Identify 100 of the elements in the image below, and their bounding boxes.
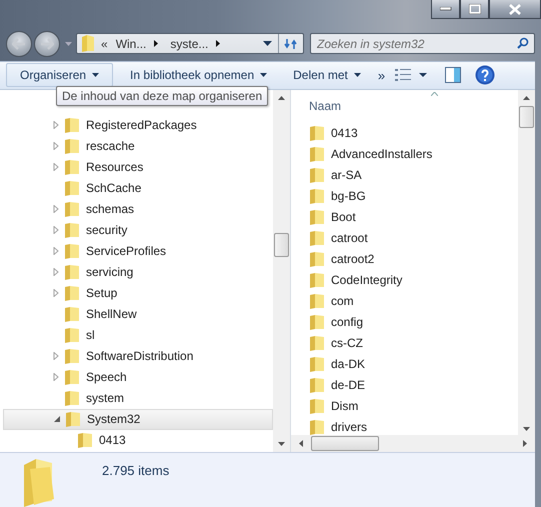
search-icon bbox=[517, 37, 529, 50]
folder-icon bbox=[65, 412, 81, 427]
scroll-left-arrow-icon[interactable] bbox=[299, 440, 303, 447]
item-count: 2.795 items bbox=[102, 462, 170, 478]
folder-icon bbox=[64, 138, 80, 154]
folder-icon bbox=[309, 398, 325, 414]
minimize-button[interactable] bbox=[431, 0, 460, 19]
folder-icon bbox=[309, 168, 325, 183]
folder-icon bbox=[309, 294, 325, 309]
tree-item[interactable]: System32 bbox=[3, 408, 273, 430]
scroll-right-arrow-icon[interactable] bbox=[523, 440, 527, 447]
folder-icon bbox=[309, 230, 325, 246]
tree-item[interactable]: RegisteredPackages bbox=[3, 114, 273, 136]
forward-arrow-icon bbox=[40, 38, 54, 50]
tree-item[interactable]: SoftwareDistribution bbox=[3, 346, 273, 367]
forward-button[interactable] bbox=[34, 30, 60, 57]
maximize-icon bbox=[468, 4, 480, 14]
dropdown-arrow-icon[interactable] bbox=[263, 41, 272, 46]
back-arrow-icon bbox=[12, 38, 26, 50]
folder-icon bbox=[309, 336, 325, 351]
tree-item[interactable]: 0413 bbox=[3, 430, 273, 451]
scrollbar[interactable] bbox=[518, 90, 535, 435]
folder-icon bbox=[309, 356, 325, 372]
folder-icon bbox=[64, 264, 80, 280]
toolbar-button[interactable]: Delen met bbox=[282, 63, 370, 88]
folder-icon bbox=[309, 378, 325, 393]
file-item[interactable]: drivers bbox=[309, 416, 518, 438]
tree-item[interactable]: ShellNew bbox=[3, 304, 273, 325]
file-item[interactable]: 0413 bbox=[309, 122, 518, 144]
breadcrumb-segment[interactable]: Win... bbox=[116, 36, 146, 51]
chevron-icon[interactable] bbox=[154, 40, 158, 48]
search-field[interactable]: Zoeken in system32 bbox=[310, 33, 535, 54]
tree-item[interactable]: SchCache bbox=[3, 178, 273, 199]
folder-icon bbox=[22, 458, 56, 507]
breadcrumb-overflow[interactable]: « bbox=[101, 36, 108, 51]
file-item[interactable]: com bbox=[309, 290, 518, 312]
file-item[interactable]: config bbox=[309, 312, 518, 333]
view-options-button[interactable] bbox=[395, 69, 428, 82]
file-item[interactable]: bg-BG bbox=[309, 186, 518, 207]
collapse-arrow-icon[interactable] bbox=[54, 415, 61, 424]
file-item[interactable]: da-DK bbox=[309, 354, 518, 375]
tree-item[interactable]: Setup bbox=[3, 282, 273, 304]
file-item[interactable]: cs-CZ bbox=[309, 332, 518, 354]
list-view-icon bbox=[395, 69, 412, 82]
tree-item[interactable]: sl bbox=[3, 324, 273, 346]
toolbar-button[interactable]: Organiseren bbox=[6, 63, 114, 88]
folder-icon bbox=[64, 160, 80, 175]
tree-item[interactable]: ServiceProfiles bbox=[3, 240, 273, 262]
caret-icon bbox=[260, 73, 268, 78]
more-commands-button[interactable]: » bbox=[378, 68, 386, 83]
scrollbar-thumb[interactable] bbox=[519, 106, 534, 128]
folder-icon bbox=[81, 35, 95, 52]
folder-icon bbox=[64, 180, 80, 196]
tree-item[interactable]: security bbox=[3, 220, 273, 241]
folder-icon bbox=[64, 390, 80, 406]
scroll-down-arrow-icon[interactable] bbox=[278, 442, 285, 446]
close-button[interactable] bbox=[489, 0, 541, 19]
file-item[interactable]: de-DE bbox=[309, 374, 518, 396]
scroll-down-arrow-icon[interactable] bbox=[523, 426, 530, 431]
folder-icon bbox=[64, 222, 80, 238]
scrollbar-thumb[interactable] bbox=[274, 232, 289, 257]
file-item[interactable]: ar-SA bbox=[309, 164, 518, 186]
tree-item[interactable]: schemas bbox=[3, 198, 273, 220]
tree-item[interactable]: Speech bbox=[3, 366, 273, 388]
tree-item[interactable]: servicing bbox=[3, 262, 273, 283]
folder-icon bbox=[309, 126, 325, 141]
file-item[interactable]: CodeIntegrity bbox=[309, 270, 518, 291]
file-item[interactable]: catroot2 bbox=[309, 248, 518, 270]
scrollbar[interactable] bbox=[273, 90, 290, 452]
preview-pane-icon[interactable] bbox=[445, 67, 462, 84]
scroll-up-arrow-icon[interactable] bbox=[278, 96, 285, 100]
folder-icon bbox=[309, 146, 325, 162]
column-header[interactable]: Naam bbox=[309, 90, 459, 120]
toolbar-button[interactable]: In bibliotheek opnemen bbox=[119, 63, 276, 88]
folder-icon bbox=[64, 118, 80, 133]
back-button[interactable] bbox=[6, 30, 32, 57]
file-item[interactable]: Dism bbox=[309, 396, 518, 417]
file-item[interactable]: AdvancedInstallers bbox=[309, 144, 518, 165]
folder-icon bbox=[309, 314, 325, 330]
scroll-up-arrow-icon[interactable] bbox=[523, 96, 530, 100]
caret-icon bbox=[354, 73, 361, 78]
breadcrumb-segment[interactable]: syste... bbox=[170, 36, 208, 51]
folder-icon bbox=[64, 244, 80, 259]
folder-icon bbox=[64, 328, 80, 343]
scrollbar-thumb[interactable] bbox=[311, 436, 379, 451]
folder-icon bbox=[309, 252, 325, 267]
maximize-button[interactable] bbox=[460, 0, 489, 19]
help-icon[interactable] bbox=[475, 65, 496, 86]
horizontal-scrollbar[interactable] bbox=[291, 434, 535, 452]
file-item[interactable]: Boot bbox=[309, 206, 518, 228]
tree-item[interactable]: rescache bbox=[3, 136, 273, 157]
tree-item[interactable]: system bbox=[3, 388, 273, 409]
file-item[interactable]: catroot bbox=[309, 228, 518, 249]
folder-icon bbox=[64, 306, 80, 322]
refresh-arrows-icon bbox=[284, 36, 298, 51]
address-bar[interactable]: « Win... syste... bbox=[76, 33, 304, 54]
close-icon bbox=[509, 4, 521, 14]
chevron-icon[interactable] bbox=[216, 40, 220, 48]
tree-item[interactable]: Resources bbox=[3, 156, 273, 178]
folder-icon bbox=[64, 286, 80, 301]
